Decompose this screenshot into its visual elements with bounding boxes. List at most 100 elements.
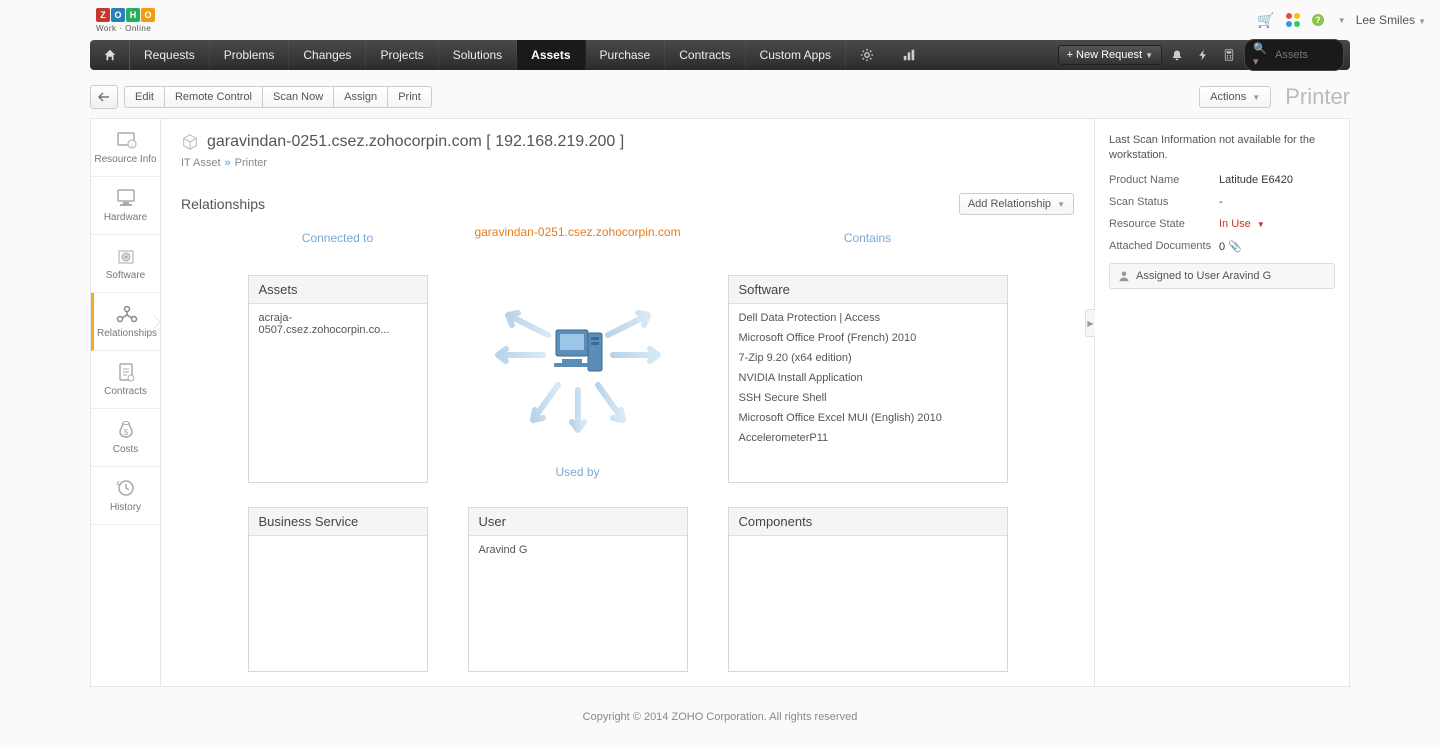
sidebar-item-contracts[interactable]: Contracts	[91, 351, 160, 409]
prop-row: Attached Documents0 📎	[1109, 240, 1335, 253]
remote-control-button[interactable]: Remote Control	[164, 86, 263, 108]
prop-value[interactable]: In Use ▼	[1219, 218, 1335, 230]
sidebar-icon	[114, 478, 138, 498]
prop-row: Resource StateIn Use ▼	[1109, 218, 1335, 230]
breadcrumb: IT Asset»Printer	[181, 157, 1074, 169]
computer-diagram-icon	[478, 285, 678, 445]
asset-title: garavindan-0251.csez.zohocorpin.com [ 19…	[207, 133, 624, 151]
nav-tab-problems[interactable]: Problems	[210, 40, 290, 70]
assigned-user-box[interactable]: Assigned to User Aravind G	[1109, 263, 1335, 289]
logo-letter: O	[111, 8, 125, 22]
list-item[interactable]: 7-Zip 9.20 (x64 edition)	[739, 348, 997, 368]
sidebar-icon	[114, 246, 138, 266]
list-item[interactable]: SSH Secure Shell	[739, 388, 997, 408]
prop-value: -	[1219, 196, 1335, 208]
sidebar-icon: i	[114, 130, 138, 150]
list-item[interactable]: Aravind G	[479, 540, 677, 560]
sidebar-icon	[114, 362, 138, 382]
prop-label: Scan Status	[1109, 196, 1219, 208]
sidebar-item-history[interactable]: History	[91, 467, 160, 525]
page-type-label: Printer	[1285, 84, 1350, 110]
print-button[interactable]: Print	[387, 86, 432, 108]
sidebar-item-label: Hardware	[104, 212, 147, 223]
nav-tab-projects[interactable]: Projects	[366, 40, 438, 70]
nav-tab-requests[interactable]: Requests	[130, 40, 210, 70]
sidebar-item-label: Resource Info	[94, 154, 156, 165]
center-asset-label: garavindan-0251.csez.zohocorpin.com	[468, 225, 688, 251]
user-box-title: User	[469, 508, 687, 536]
svg-text:$: $	[123, 428, 128, 437]
nav-tab-contracts[interactable]: Contracts	[665, 40, 745, 70]
prop-value: 0 📎	[1219, 240, 1335, 253]
list-item[interactable]: Dell Data Protection | Access	[739, 308, 997, 328]
nav-tab-custom-apps[interactable]: Custom Apps	[746, 40, 846, 70]
actions-button[interactable]: Actions ▼	[1199, 86, 1271, 108]
software-box: Software Dell Data Protection | AccessMi…	[728, 275, 1008, 483]
prop-label: Resource State	[1109, 218, 1219, 230]
components-box: Components	[728, 507, 1008, 672]
nav-search-input[interactable]	[1275, 49, 1335, 61]
list-item[interactable]: Microsoft Office Proof (French) 2010	[739, 328, 997, 348]
assign-button[interactable]: Assign	[333, 86, 388, 108]
sidebar-item-label: Relationships	[97, 328, 157, 339]
footer: Copyright © 2014 ZOHO Corporation. All r…	[0, 687, 1440, 747]
sidebar-icon	[115, 304, 139, 324]
nav-tab-changes[interactable]: Changes	[289, 40, 366, 70]
list-item[interactable]: NVIDIA Install Application	[739, 368, 997, 388]
nav-tab-assets[interactable]: Assets	[517, 40, 585, 70]
help-icon[interactable]: ?	[1311, 13, 1325, 27]
prop-label: Product Name	[1109, 174, 1219, 186]
apps-icon[interactable]	[1285, 12, 1301, 28]
business-box-title: Business Service	[249, 508, 427, 536]
software-box-title: Software	[729, 276, 1007, 304]
scan-now-button[interactable]: Scan Now	[262, 86, 334, 108]
list-item[interactable]: Microsoft Office Excel MUI (English) 201…	[739, 408, 997, 428]
sidebar-item-resource-info[interactable]: i Resource Info	[91, 119, 160, 177]
edit-button[interactable]: Edit	[124, 86, 165, 108]
user-menu[interactable]: Lee Smiles▼	[1356, 13, 1426, 27]
collapse-panel-button[interactable]: ▶	[1085, 309, 1095, 337]
section-title: Relationships	[181, 196, 265, 212]
calculator-icon[interactable]	[1218, 44, 1240, 66]
col-header-usedby: Used by	[555, 455, 599, 483]
svg-text:i: i	[131, 143, 132, 149]
user-box: User Aravind G	[468, 507, 688, 672]
new-request-button[interactable]: + New Request▼	[1058, 45, 1162, 65]
list-item[interactable]: AccelerometerP11	[739, 428, 997, 448]
list-item[interactable]: acraja-0507.csez.zohocorpin.co...	[259, 308, 417, 340]
sidebar-item-costs[interactable]: $Costs	[91, 409, 160, 467]
logo: ZOHO Work · Online	[96, 8, 156, 33]
logo-letter: H	[126, 8, 140, 22]
prop-value: Latitude E6420	[1219, 174, 1335, 186]
quick-icon[interactable]	[1192, 44, 1214, 66]
user-icon	[1118, 270, 1130, 282]
sidebar-item-label: History	[110, 502, 141, 513]
sidebar-item-label: Contracts	[104, 386, 147, 397]
sidebar-item-relationships[interactable]: Relationships	[91, 293, 160, 351]
nav-search[interactable]: 🔍▾	[1244, 39, 1344, 71]
back-button[interactable]	[90, 85, 118, 109]
business-service-box: Business Service	[248, 507, 428, 672]
cart-icon[interactable]: 🛒	[1257, 12, 1274, 29]
components-box-title: Components	[729, 508, 1007, 536]
logo-letter: O	[141, 8, 155, 22]
sidebar-icon: $	[114, 420, 138, 440]
nav-tab-purchase[interactable]: Purchase	[586, 40, 666, 70]
assets-box-title: Assets	[249, 276, 427, 304]
add-relationship-button[interactable]: Add Relationship ▼	[959, 193, 1074, 215]
settings-icon[interactable]	[846, 48, 888, 62]
nav-tab-solutions[interactable]: Solutions	[439, 40, 517, 70]
attach-icon[interactable]: 📎	[1228, 241, 1242, 253]
assets-box: Assets acraja-0507.csez.zohocorpin.co...	[248, 275, 428, 483]
assigned-label: Assigned to User Aravind G	[1136, 270, 1271, 282]
sidebar-item-hardware[interactable]: Hardware	[91, 177, 160, 235]
prop-label: Attached Documents	[1109, 240, 1219, 253]
sidebar-item-software[interactable]: Software	[91, 235, 160, 293]
logo-subtitle: Work · Online	[96, 24, 151, 33]
notification-icon[interactable]	[1166, 44, 1188, 66]
svg-text:?: ?	[1315, 15, 1321, 25]
scan-info: Last Scan Information not available for …	[1109, 133, 1335, 164]
prop-row: Product NameLatitude E6420	[1109, 174, 1335, 186]
reports-icon[interactable]	[888, 48, 930, 62]
home-icon[interactable]	[90, 40, 130, 70]
